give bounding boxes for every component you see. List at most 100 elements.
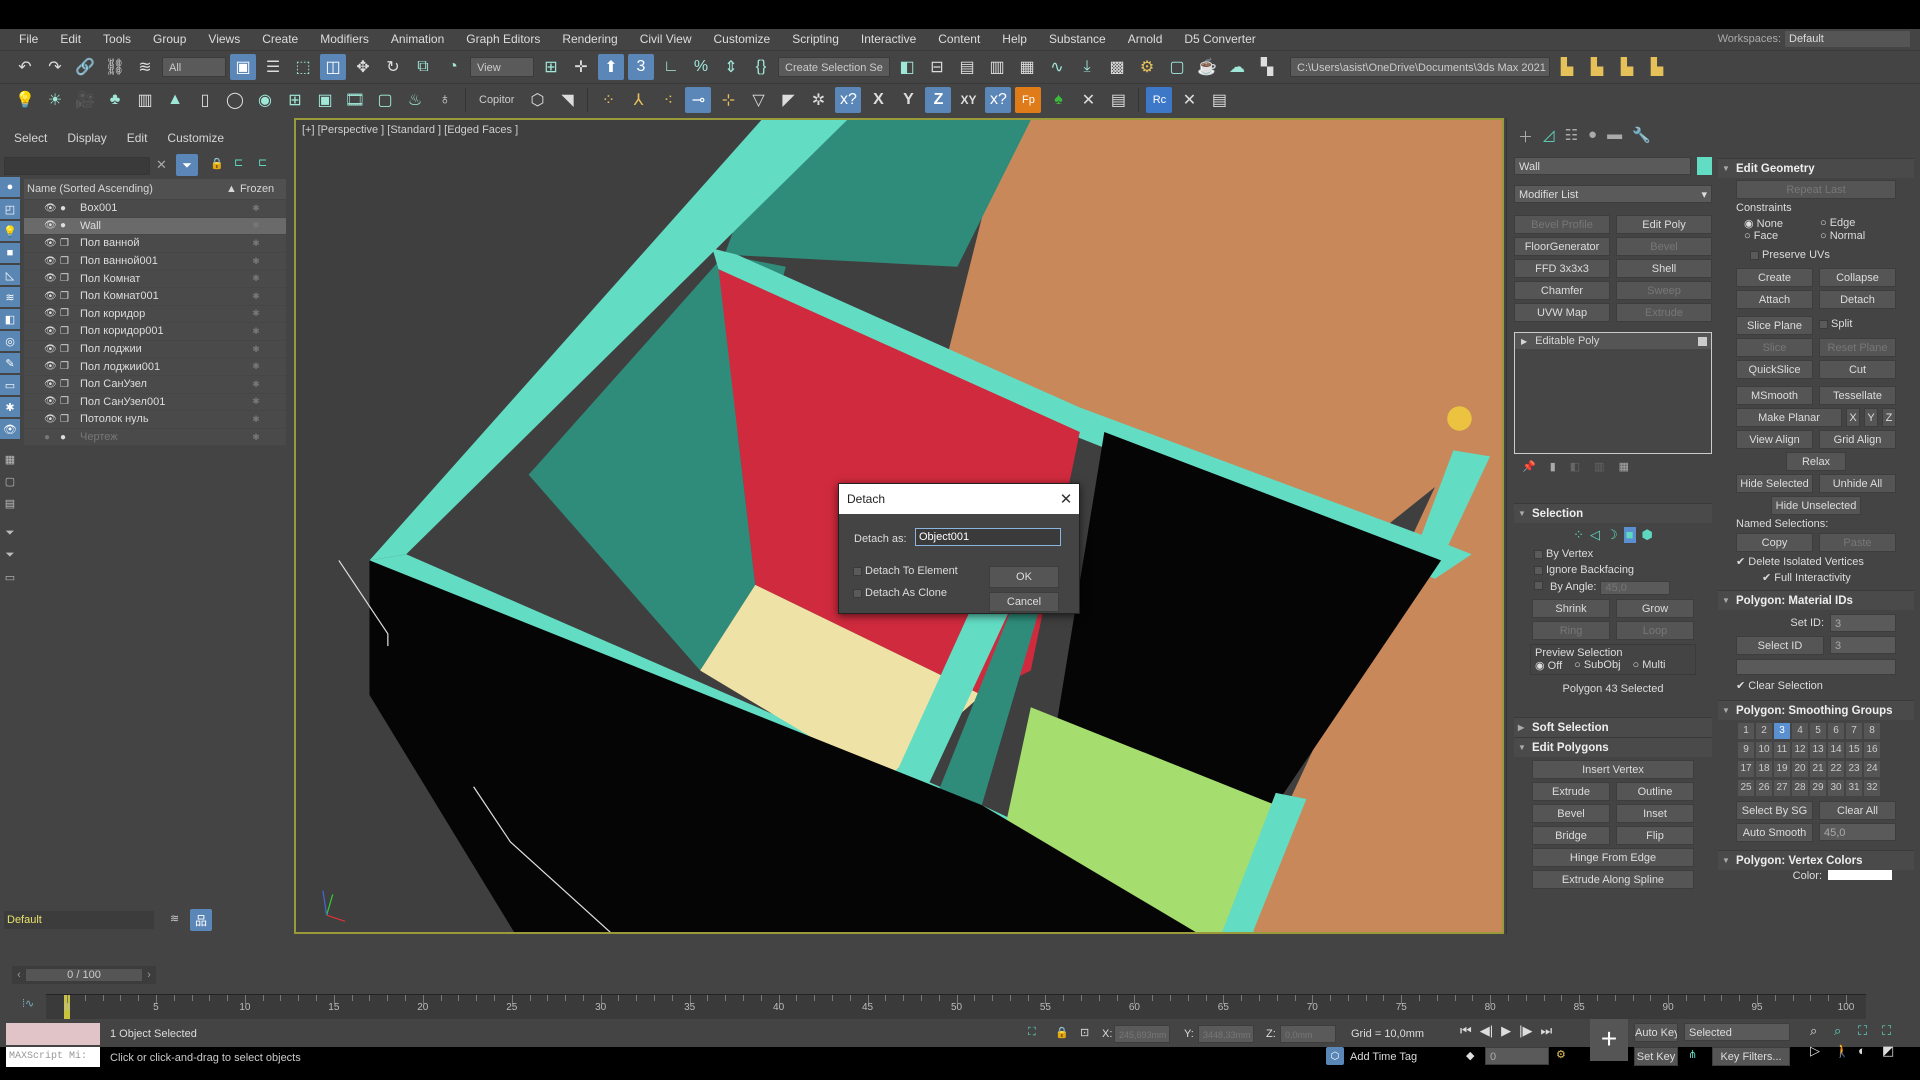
smoothing-group-11-button[interactable]: 11 bbox=[1774, 742, 1790, 758]
se-menu-customize[interactable]: Customize bbox=[167, 131, 224, 145]
detach-as-clone-checkbox[interactable]: Detach As Clone bbox=[853, 587, 947, 599]
preserve-uvs-checkbox[interactable]: Preserve UVs bbox=[1736, 245, 1896, 265]
smoothing-group-13-button[interactable]: 13 bbox=[1810, 742, 1826, 758]
snap-endpoint-icon[interactable]: ⊸ bbox=[685, 86, 712, 113]
percent-snap-icon[interactable]: % bbox=[688, 54, 714, 80]
list2-icon[interactable]: ▤ bbox=[1206, 87, 1232, 113]
window-crossing-icon[interactable]: ◫ bbox=[320, 53, 346, 80]
scene-object-row[interactable]: 👁 ❐ Пол ванной ✱ bbox=[24, 235, 286, 253]
list-icon[interactable]: ▤ bbox=[1105, 87, 1131, 113]
modifier-button[interactable]: Edit Poly bbox=[1616, 215, 1712, 234]
time-config-icon[interactable]: ⚙ bbox=[1556, 1048, 1566, 1061]
project-tree-icon[interactable]: ▙ bbox=[1614, 54, 1640, 80]
menu-help[interactable]: Help bbox=[991, 32, 1038, 46]
timeline-track[interactable]: 0 5 10 15 20 25 30 35 40 45 50 55 60 65 70 75 80 85 90 95 10… bbox=[46, 994, 1866, 1019]
detach-as-input[interactable] bbox=[915, 528, 1061, 546]
freeze-icon[interactable]: ✱ bbox=[226, 344, 286, 355]
prev-frame-icon[interactable]: ‹ bbox=[12, 969, 26, 981]
repeat-last-button[interactable]: Repeat Last bbox=[1736, 180, 1896, 199]
menu-modifiers[interactable]: Modifiers bbox=[309, 32, 380, 46]
grid-align-button[interactable]: Grid Align bbox=[1819, 430, 1896, 449]
smoothing-group-26-button[interactable]: 26 bbox=[1756, 780, 1772, 796]
mirror-icon[interactable]: ◧ bbox=[894, 54, 920, 80]
plane-icon[interactable]: ⊞ bbox=[282, 87, 308, 113]
copitor-button[interactable]: Copitor bbox=[473, 90, 520, 110]
filter-geometry-icon[interactable]: ● bbox=[0, 177, 20, 197]
visibility-eye-icon[interactable]: 👁 bbox=[44, 203, 58, 214]
scene-explorer-icon[interactable]: ▦ bbox=[1014, 54, 1040, 80]
unlink-icon[interactable]: ⛓ bbox=[102, 54, 128, 80]
scene-object-row[interactable]: 👁 ❐ Пол коридор ✱ bbox=[24, 305, 286, 324]
quickslice-button[interactable]: QuickSlice bbox=[1736, 360, 1813, 379]
snap-3d-icon[interactable]: 3 bbox=[628, 53, 654, 80]
angle-snap-icon[interactable]: ∟ bbox=[658, 54, 684, 80]
smoothing-group-8-button[interactable]: 8 bbox=[1864, 723, 1880, 739]
visibility-eye-icon[interactable]: ● bbox=[44, 432, 58, 443]
light-icon[interactable]: 💡 bbox=[12, 87, 38, 113]
smoothing-group-3-button[interactable]: 3 bbox=[1774, 723, 1790, 739]
modifier-button[interactable]: FloorGenerator bbox=[1514, 237, 1610, 256]
split-checkbox[interactable]: Split bbox=[1819, 318, 1896, 335]
modify-tab-icon[interactable]: ◿ bbox=[1543, 126, 1555, 147]
show-end-result-icon[interactable]: ▮ bbox=[1550, 460, 1556, 473]
attach-button[interactable]: Attach bbox=[1736, 290, 1813, 309]
make-unique-icon[interactable]: ◧ bbox=[1570, 460, 1580, 473]
create-button[interactable]: Create bbox=[1736, 268, 1813, 287]
vertex-colors-rollout-header[interactable]: ▼ Polygon: Vertex Colors bbox=[1718, 850, 1914, 870]
element-level-icon[interactable]: ⬢ bbox=[1642, 527, 1653, 543]
utilities-tab-icon[interactable]: 🔧 bbox=[1632, 126, 1651, 147]
edit-polygons-rollout-header[interactable]: ▼ Edit Polygons bbox=[1514, 737, 1712, 757]
object-color-swatch[interactable] bbox=[1697, 157, 1712, 175]
filter-frozen-icon[interactable]: ✱ bbox=[0, 397, 20, 417]
filter-shapes-icon[interactable]: ◰ bbox=[0, 199, 20, 219]
menu-scripting[interactable]: Scripting bbox=[781, 32, 850, 46]
axis-x-button[interactable]: X bbox=[865, 87, 891, 113]
smoothing-group-14-button[interactable]: 14 bbox=[1828, 742, 1844, 758]
smoothing-group-4-button[interactable]: 4 bbox=[1792, 723, 1808, 739]
hierarchy-icon[interactable]: ⊏ bbox=[234, 156, 243, 169]
visibility-eye-icon[interactable]: 👁 bbox=[44, 308, 58, 319]
snap-face-icon[interactable]: ◤ bbox=[775, 87, 801, 113]
set-key-button[interactable]: Set Key bbox=[1634, 1047, 1678, 1066]
rotate-icon[interactable]: ↻ bbox=[380, 54, 406, 80]
menu-customize[interactable]: Customize bbox=[703, 32, 782, 46]
current-frame-field[interactable]: 0 bbox=[1485, 1047, 1549, 1065]
forest-icon[interactable]: ♠ bbox=[1045, 87, 1071, 113]
paste-button[interactable]: Paste bbox=[1819, 533, 1896, 552]
project-structure-icon[interactable]: ▙ bbox=[1644, 54, 1670, 80]
stack-item-editable-poly[interactable]: ▶ Editable Poly bbox=[1515, 333, 1711, 349]
smoothing-group-7-button[interactable]: 7 bbox=[1846, 723, 1862, 739]
ribbon-icon[interactable]: ▥ bbox=[984, 54, 1010, 80]
smoothing-group-16-button[interactable]: 16 bbox=[1864, 742, 1880, 758]
menu-arnold[interactable]: Arnold bbox=[1117, 32, 1174, 46]
expand-icon[interactable]: ▶ bbox=[1521, 337, 1527, 346]
menu-graph-editors[interactable]: Graph Editors bbox=[455, 32, 551, 46]
menu-edit[interactable]: Edit bbox=[49, 32, 92, 46]
cone-icon[interactable]: ▲ bbox=[162, 87, 188, 113]
visibility-eye-icon[interactable]: 👁 bbox=[44, 220, 58, 231]
snap-midpoint-icon[interactable]: ⊹ bbox=[715, 87, 741, 113]
display-tab-icon[interactable]: ▬ bbox=[1607, 126, 1622, 147]
planar-y-button[interactable]: Y bbox=[1864, 408, 1878, 427]
maxscript-listener-output[interactable] bbox=[6, 1023, 100, 1045]
clear-search-icon[interactable]: ✕ bbox=[156, 157, 167, 173]
smoothing-group-5-button[interactable]: 5 bbox=[1810, 723, 1826, 739]
copy-button[interactable]: Copy bbox=[1736, 533, 1813, 552]
slice-plane-button[interactable]: Slice Plane bbox=[1736, 316, 1813, 335]
visibility-eye-icon[interactable]: 👁 bbox=[44, 256, 58, 267]
visibility-eye-icon[interactable]: 👁 bbox=[44, 396, 58, 407]
orbit-icon[interactable]: ◐ bbox=[1858, 1043, 1878, 1059]
material-name-dropdown[interactable] bbox=[1736, 659, 1896, 675]
sphere-icon[interactable]: ◉ bbox=[252, 87, 278, 113]
stack-toggle-icon[interactable] bbox=[1698, 336, 1707, 346]
isolate-selection-icon[interactable]: ⛶ bbox=[1028, 1026, 1036, 1039]
smoothing-group-1-button[interactable]: 1 bbox=[1738, 723, 1754, 739]
insert-vertex-button[interactable]: Insert Vertex bbox=[1532, 760, 1694, 779]
shrink-button[interactable]: Shrink bbox=[1532, 599, 1610, 618]
material-ids-rollout-header[interactable]: ▼ Polygon: Material IDs bbox=[1718, 590, 1914, 610]
filter-helpers-icon[interactable]: ◺ bbox=[0, 265, 20, 285]
soft-selection-rollout-header[interactable]: ▶ Soft Selection bbox=[1514, 717, 1712, 737]
workspace-dropdown[interactable]: Default bbox=[1785, 31, 1910, 47]
explorer-box-icon[interactable]: ▭ bbox=[0, 567, 20, 587]
freeze-icon[interactable]: ✱ bbox=[226, 273, 286, 284]
